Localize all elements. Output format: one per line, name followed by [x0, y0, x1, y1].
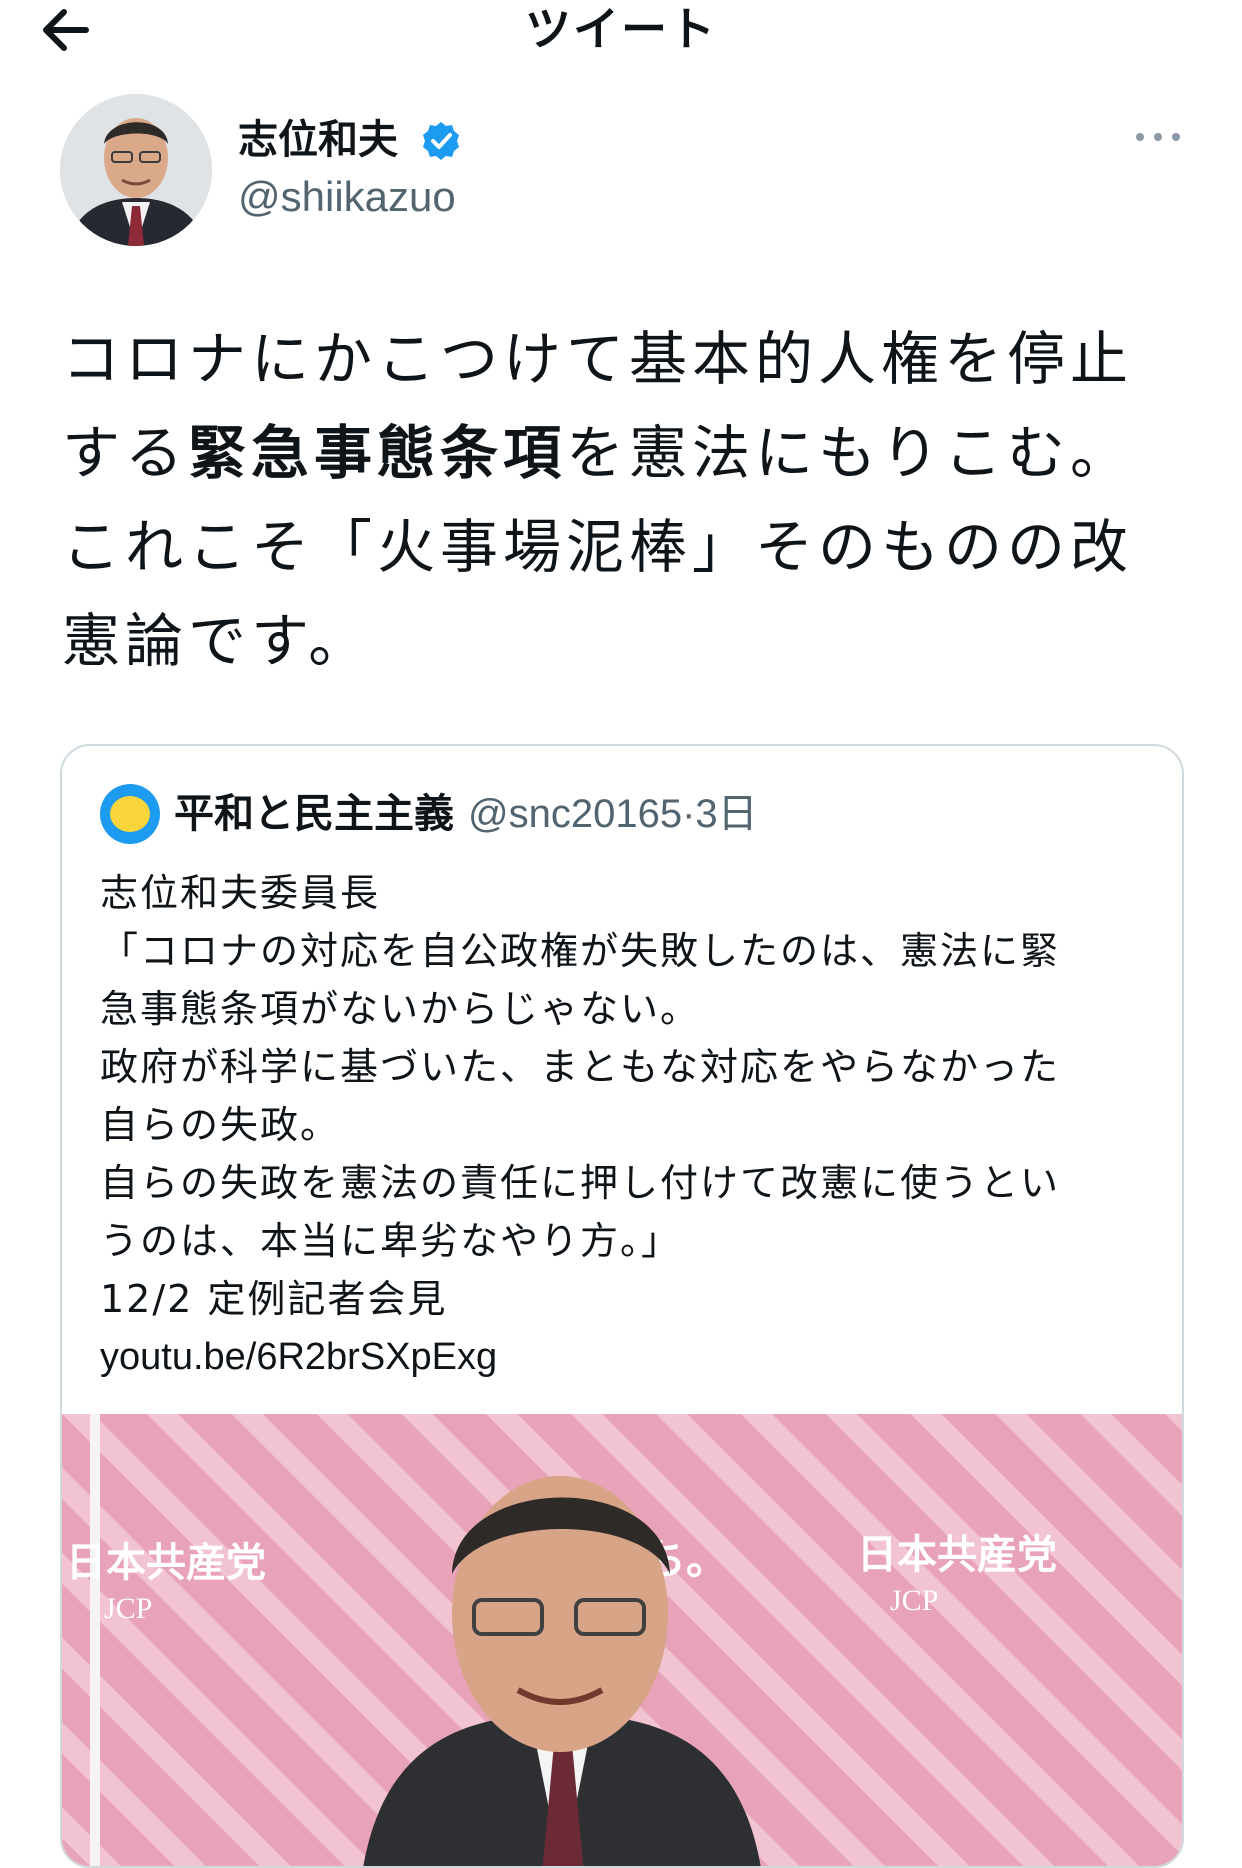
quote-media[interactable]: 日本共産党 JCP のち。 日本共産党 JCP	[62, 1414, 1182, 1866]
quote-author-name[interactable]: 平和と民主主義	[174, 791, 454, 837]
quote-line: 自らの失政を憲法の責任に押し付けて改憲に使うとい	[100, 1161, 1061, 1205]
media-sub-right: JCP	[890, 1584, 938, 1617]
quote-header: 平和と民主主義 @snc20165·3日	[174, 784, 758, 844]
quote-body: 志位和夫委員長 「コロナの対応を自公政権が失敗したのは、憲法に緊 急事態条項がな…	[100, 864, 1160, 1386]
author-name[interactable]: 志位和夫	[238, 116, 398, 164]
author-handle[interactable]: @shiikazuo	[238, 172, 456, 222]
quote-link[interactable]: youtu.be/6R2brSXpExg	[100, 1328, 1160, 1386]
quote-author-handle[interactable]: @snc20165	[468, 792, 682, 836]
quote-avatar[interactable]	[100, 784, 160, 844]
quote-line: 自らの失政。	[100, 1103, 341, 1147]
more-horizontal-icon	[1136, 133, 1180, 141]
media-logo-left: 日本共産党	[66, 1540, 266, 1586]
verified-badge-icon	[423, 122, 459, 160]
video-thumbnail: 日本共産党 JCP のち。 日本共産党 JCP	[62, 1414, 1182, 1866]
media-logo-right: 日本共産党	[857, 1532, 1057, 1578]
avatar-photo	[60, 94, 212, 246]
page-title: ツイート	[525, 2, 717, 56]
quote-time[interactable]: 3日	[695, 792, 757, 836]
tweet-author: 志位和夫 @shiikazuo	[58, 92, 1188, 252]
quote-line: 急事態条項がないからじゃない。	[100, 987, 701, 1031]
quote-tweet[interactable]: 平和と民主主義 @snc20165·3日 志位和夫委員長 「コロナの対応を自公政権…	[60, 744, 1184, 1868]
quote-line: 政府が科学に基づいた、まともな対応をやらなかった	[100, 1045, 1061, 1089]
quote-separator: ·	[682, 792, 696, 836]
top-bar: ツイート	[0, 0, 1242, 62]
media-sub-left: JCP	[104, 1592, 152, 1625]
quote-line: うのは、本当に卑劣なやり方。」	[100, 1219, 682, 1263]
more-button[interactable]	[1128, 122, 1188, 152]
quote-avatar-logo	[110, 796, 150, 832]
tweet-text: コロナにかこつけて基本的人権を停止する緊急事態条項を憲法にもりこむ。これこそ「火…	[62, 312, 1182, 688]
quote-line: 12/2 定例記者会見	[100, 1277, 448, 1321]
quote-line: 志位和夫委員長	[100, 871, 381, 915]
avatar[interactable]	[60, 94, 212, 246]
quote-line: 「コロナの対応を自公政権が失敗したのは、憲法に緊	[100, 929, 1061, 973]
tweet-text-bold: 緊急事態条項	[188, 419, 567, 487]
